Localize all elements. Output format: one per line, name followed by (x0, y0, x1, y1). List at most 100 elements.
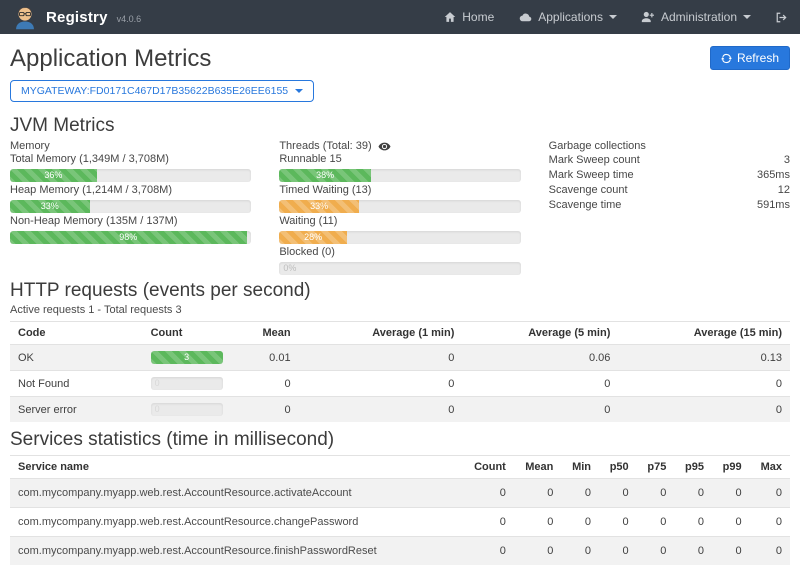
col-header-mean: Mean (236, 322, 298, 345)
col-header-p95: p95 (674, 456, 712, 479)
caret-down-icon (609, 15, 617, 23)
http-row-not-found: Not Found 0 0 0 0 0 (10, 371, 790, 397)
col-header-p50: p50 (599, 456, 637, 479)
jvm-grid: Memory Total Memory (1,349M / 3,708M) 36… (10, 140, 790, 277)
nonheap-memory-label: Non-Heap Memory (135M / 137M) (10, 215, 251, 228)
timed-waiting-progress: 33% (279, 200, 520, 213)
service-row: com.mycompany.myapp.web.rest.AccountReso… (10, 479, 790, 508)
gc-row: Scavenge count 12 (549, 183, 790, 198)
stat-cell: 0 (750, 537, 790, 565)
services-table-header-row: Service name Count Mean Min p50 p75 p95 … (10, 456, 790, 479)
nav-item-administration[interactable]: Administration (641, 10, 751, 24)
brand[interactable]: Registry v4.0.6 (12, 4, 141, 30)
stat-cell: 0 (712, 479, 750, 508)
progress-percent-label: 33% (41, 201, 59, 211)
stat-cell: 0 (637, 479, 675, 508)
code-cell: OK (10, 345, 143, 371)
progress-fill: 38% (279, 169, 371, 182)
threads-title: Threads (Total: 39) (279, 140, 520, 153)
gc-column: Garbage collections Mark Sweep count 3 M… (549, 140, 790, 277)
stat-cell: 0 (561, 537, 599, 565)
code-cell: Not Found (10, 371, 143, 397)
service-name-cell: com.mycompany.myapp.web.rest.AccountReso… (10, 508, 462, 537)
nav-home-label: Home (462, 10, 494, 24)
page-head: Application Metrics Refresh (10, 34, 790, 72)
progress-percent-label: 98% (119, 232, 137, 242)
col-header-avg1: Average (1 min) (299, 322, 463, 345)
jhipster-avatar-logo (12, 4, 38, 30)
http-requests-title: HTTP requests (events per second) (10, 281, 790, 301)
progress-percent-label: 28% (304, 232, 322, 242)
avg5-cell: 0 (462, 397, 618, 423)
eye-icon[interactable] (378, 140, 391, 153)
jvm-metrics-title: JVM Metrics (10, 116, 790, 136)
nav-item-signout[interactable] (775, 11, 788, 24)
progress-percent-label: 33% (310, 201, 328, 211)
refresh-button[interactable]: Refresh (710, 46, 790, 70)
gc-label: Scavenge time (549, 198, 622, 213)
col-header-count: Count (143, 322, 237, 345)
page-title: Application Metrics (10, 46, 211, 72)
nav-applications-label: Applications (538, 10, 603, 24)
gc-label: Scavenge count (549, 183, 628, 198)
service-row: com.mycompany.myapp.web.rest.AccountReso… (10, 508, 790, 537)
count-progress: 0 (151, 403, 223, 416)
refresh-icon (721, 53, 732, 64)
count-cell: 3 (143, 345, 237, 371)
stat-cell: 0 (637, 508, 675, 537)
http-row-ok: OK 3 0.01 0 0.06 0.13 (10, 345, 790, 371)
col-header-p75: p75 (637, 456, 675, 479)
stat-cell: 0 (674, 508, 712, 537)
gc-value: 365ms (757, 168, 790, 183)
progress-percent-label: 36% (44, 170, 62, 180)
gc-label: Mark Sweep time (549, 168, 634, 183)
col-header-avg15: Average (15 min) (618, 322, 790, 345)
blocked-label: Blocked (0) (279, 246, 520, 259)
stat-cell: 0 (514, 479, 562, 508)
stat-cell: 0 (712, 508, 750, 537)
stat-cell: 0 (599, 508, 637, 537)
http-requests-subtitle: Active requests 1 - Total requests 3 (10, 304, 790, 316)
navbar-menu: Home Applications Administration (444, 10, 788, 24)
count-cell: 0 (143, 397, 237, 423)
gc-label: Mark Sweep count (549, 153, 640, 168)
avg5-cell: 0 (462, 371, 618, 397)
count-value: 0 (151, 404, 160, 414)
cloud-icon (518, 11, 532, 23)
gc-value: 12 (778, 183, 790, 198)
nav-item-applications[interactable]: Applications (518, 10, 617, 24)
progress-fill: 33% (10, 200, 90, 213)
instance-selector-label: MYGATEWAY:FD0171C467D17B35622B635E26EE61… (21, 85, 288, 97)
threads-title-label: Threads (Total: 39) (279, 140, 371, 153)
services-statistics-title: Services statistics (time in millisecond… (10, 430, 790, 450)
col-header-count: Count (462, 456, 513, 479)
total-memory-label: Total Memory (1,349M / 3,708M) (10, 153, 251, 166)
avg15-cell: 0 (618, 371, 790, 397)
avg1-cell: 0 (299, 397, 463, 423)
nav-item-home[interactable]: Home (444, 10, 494, 24)
user-plus-icon (641, 11, 655, 23)
memory-title: Memory (10, 140, 251, 153)
stat-cell: 0 (561, 508, 599, 537)
progress-fill: 28% (279, 231, 347, 244)
gc-title: Garbage collections (549, 140, 790, 153)
col-header-service-name: Service name (10, 456, 462, 479)
gc-value: 591ms (757, 198, 790, 213)
heap-memory-progress: 33% (10, 200, 251, 213)
count-cell: 0 (143, 371, 237, 397)
gc-value: 3 (784, 153, 790, 168)
stat-cell: 0 (674, 479, 712, 508)
instance-selector-dropdown[interactable]: MYGATEWAY:FD0171C467D17B35622B635E26EE61… (10, 80, 314, 102)
count-value: 3 (184, 352, 189, 362)
total-memory-progress: 36% (10, 169, 251, 182)
col-header-avg5: Average (5 min) (462, 322, 618, 345)
avg15-cell: 0 (618, 397, 790, 423)
progress-fill: 3 (151, 351, 223, 364)
count-progress: 3 (151, 351, 223, 364)
navbar: Registry v4.0.6 Home Applications Admini… (0, 0, 800, 34)
stat-cell: 0 (561, 479, 599, 508)
stat-cell: 0 (750, 508, 790, 537)
stat-cell: 0 (637, 537, 675, 565)
waiting-label: Waiting (11) (279, 215, 520, 228)
home-icon (444, 11, 456, 23)
